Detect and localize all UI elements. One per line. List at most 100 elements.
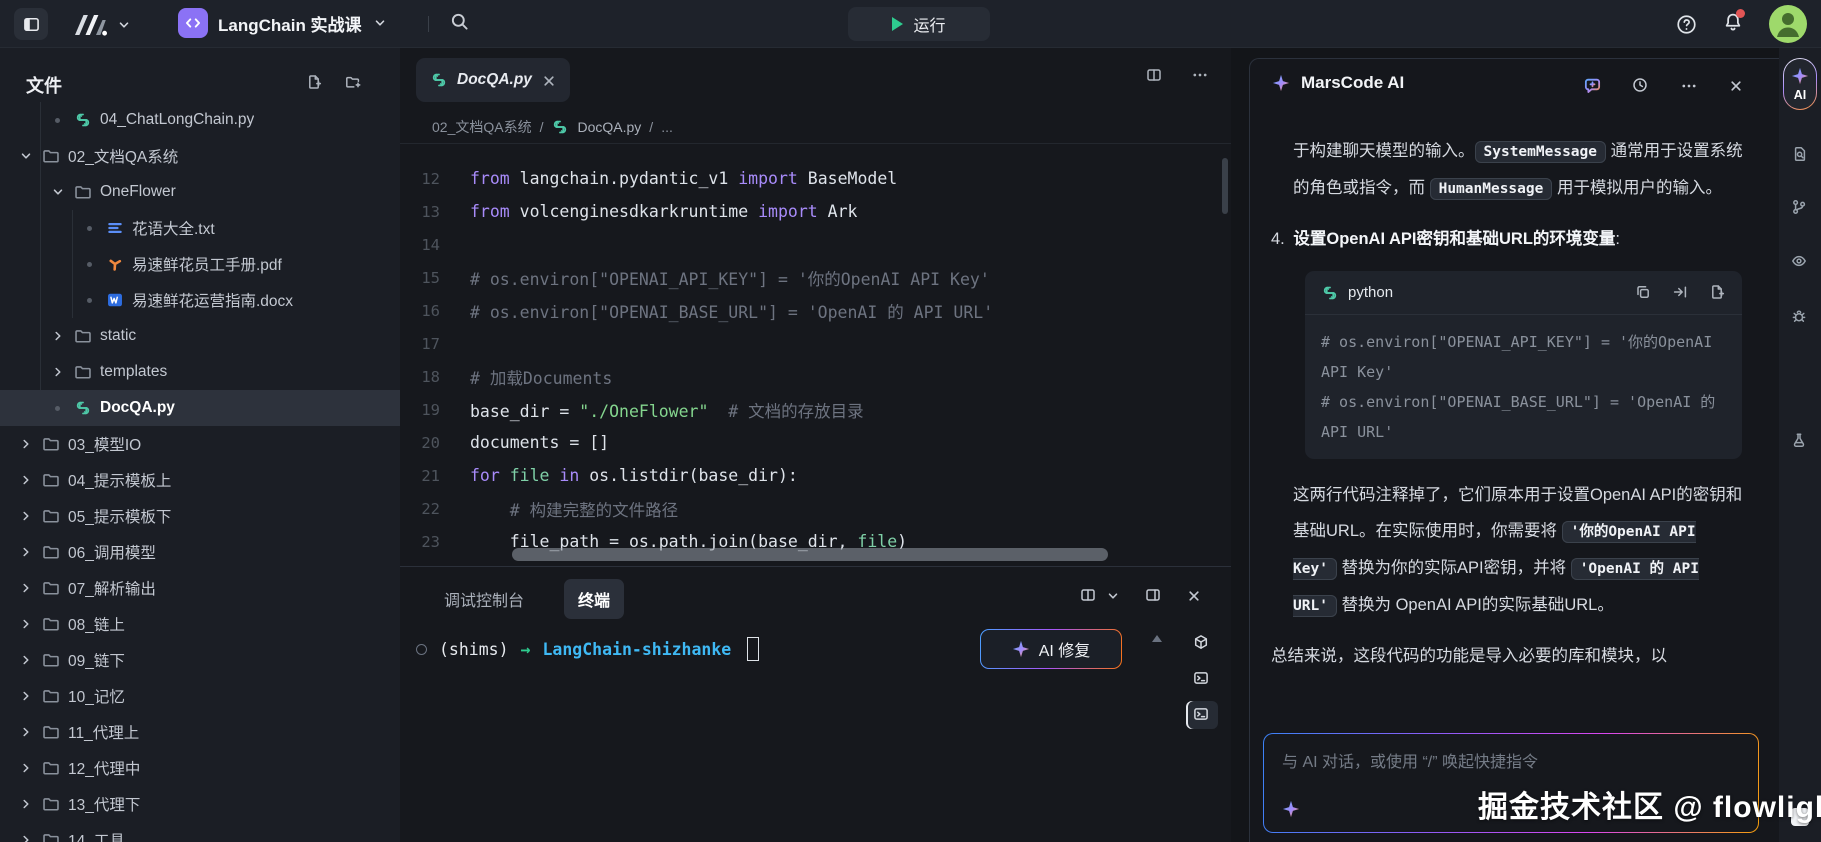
code-editor[interactable]: 12from langchain.pydantic_v1 import Base… <box>400 144 1231 566</box>
breadcrumb-file[interactable]: DocQA.py <box>577 119 641 135</box>
code-line: 13from volcenginesdkarkruntime import Ar… <box>400 195 1231 228</box>
chevron-right-icon <box>18 760 34 776</box>
line-number: 12 <box>400 170 470 188</box>
git-branch-icon[interactable] <box>1791 199 1809 217</box>
chevron-right-icon <box>18 616 34 632</box>
tree-item[interactable]: 08_链上 <box>0 606 400 642</box>
eye-icon[interactable] <box>1791 253 1810 272</box>
sidebar-toggle-button[interactable] <box>14 8 48 40</box>
chevron-down-icon[interactable] <box>1105 588 1121 604</box>
code-line: 18# 加载Documents <box>400 360 1231 393</box>
tree-item[interactable]: 07_解析输出 <box>0 570 400 606</box>
tree-item[interactable]: templates <box>0 354 400 390</box>
tree-item-label: 11_代理上 <box>68 721 139 743</box>
terminal-directory: LangChain-shizhanke <box>542 640 731 659</box>
tree-item[interactable]: 04_提示模板上 <box>0 462 400 498</box>
assistant-avatar[interactable] <box>1783 362 1817 396</box>
search-icon <box>450 12 469 31</box>
terminal-tab[interactable]: 终端 <box>564 579 624 619</box>
terminal-icon[interactable] <box>1193 670 1211 688</box>
tree-item[interactable]: 14_工具 <box>0 822 400 842</box>
tree-item[interactable]: 06_调用模型 <box>0 534 400 570</box>
horizontal-scrollbar[interactable] <box>512 548 1108 561</box>
chat-paragraph: 这两行代码注释掉了，它们原本用于设置OpenAI API的密钥和基础URL。在实… <box>1271 477 1743 624</box>
chat-input-placeholder: 与 AI 对话，或使用 “/” 唤起快捷指令 <box>1282 748 1538 772</box>
tree-item[interactable]: 02_文档QA系统 <box>0 138 400 174</box>
terminal-tab[interactable]: 调试控制台 <box>430 579 538 619</box>
prompt-arrow: → <box>521 640 531 659</box>
app-logo[interactable] <box>72 12 132 38</box>
tree-item[interactable]: DocQA.py <box>0 390 400 426</box>
tree-item[interactable]: 13_代理下 <box>0 786 400 822</box>
breadcrumb-more[interactable]: ... <box>661 119 673 135</box>
copy-icon[interactable] <box>1635 284 1652 301</box>
folder-icon <box>42 795 60 813</box>
tree-item[interactable]: 12_代理中 <box>0 750 400 786</box>
history-icon[interactable] <box>1632 76 1650 95</box>
tree-item[interactable]: 花语大全.txt <box>0 210 400 246</box>
folder-icon <box>74 327 92 345</box>
ai-fix-button[interactable]: AI 修复 <box>980 629 1122 669</box>
tree-item-label: 08_链上 <box>68 613 125 635</box>
ai-assistant-button[interactable]: AI <box>1783 58 1817 110</box>
tree-item-label: 09_链下 <box>68 649 125 671</box>
code-block-body: # os.environ["OPENAI_API_KEY"] = '你的Open… <box>1305 315 1742 459</box>
top-bar: LangChain 实战课 运行 <box>0 0 1821 48</box>
vertical-scrollbar[interactable] <box>1222 158 1228 214</box>
run-button[interactable]: 运行 <box>848 7 990 41</box>
split-editor-icon[interactable] <box>1146 66 1163 84</box>
doc-search-icon[interactable] <box>1792 146 1809 163</box>
project-selector[interactable]: LangChain 实战课 <box>178 8 388 38</box>
tree-item[interactable]: 易速鲜花员工手册.pdf <box>0 246 400 282</box>
user-avatar[interactable] <box>1769 5 1807 43</box>
line-number: 20 <box>400 434 470 452</box>
close-icon[interactable] <box>541 73 556 88</box>
tree-item[interactable]: 09_链下 <box>0 642 400 678</box>
help-icon[interactable] <box>1676 14 1697 35</box>
code-icon <box>184 14 202 32</box>
scroll-up-icon[interactable] <box>1152 635 1162 642</box>
terminal-icon[interactable] <box>1193 706 1211 724</box>
docx-icon <box>106 291 124 309</box>
folder-icon <box>74 183 92 201</box>
folder-icon <box>42 687 60 705</box>
more-icon[interactable] <box>1191 66 1209 84</box>
new-file-icon[interactable] <box>306 74 323 91</box>
tab-docqa[interactable]: DocQA.py <box>416 58 570 102</box>
line-number: 13 <box>400 203 470 221</box>
bug-icon[interactable] <box>1791 308 1809 326</box>
more-icon[interactable] <box>1680 76 1698 95</box>
chevron-right-icon <box>18 544 34 560</box>
inline-code: 'OpenAI 的 API URL' <box>1293 558 1699 617</box>
file-explorer: 文件 04_ChatLongChain.py02_文档QA系统OneFlower… <box>0 48 400 842</box>
tree-item[interactable]: static <box>0 318 400 354</box>
close-icon[interactable] <box>1728 76 1743 95</box>
tree-item[interactable]: 10_记忆 <box>0 678 400 714</box>
insert-code-icon[interactable] <box>1672 284 1689 301</box>
split-panel-icon[interactable] <box>1080 587 1097 604</box>
project-name: LangChain 实战课 <box>218 11 362 36</box>
tree-item[interactable]: 易速鲜花运营指南.docx <box>0 282 400 318</box>
new-file-icon[interactable] <box>1709 284 1726 301</box>
panel-layout-icon[interactable] <box>1145 587 1162 604</box>
new-folder-icon[interactable] <box>345 74 362 91</box>
package-icon[interactable] <box>1193 634 1211 652</box>
tree-item[interactable]: 05_提示模板下 <box>0 498 400 534</box>
breadcrumb-folder[interactable]: 02_文档QA系统 <box>432 117 532 137</box>
chevron-right-icon <box>18 796 34 812</box>
close-icon[interactable] <box>1186 588 1201 603</box>
new-chat-icon[interactable] <box>1583 76 1602 95</box>
tree-item-label: 02_文档QA系统 <box>68 145 178 167</box>
chevron-down-icon <box>18 148 34 164</box>
sparkle-icon[interactable] <box>1282 800 1300 818</box>
tree-item[interactable]: 11_代理上 <box>0 714 400 750</box>
tree-item-label: 04_ChatLongChain.py <box>100 111 254 129</box>
search-button[interactable] <box>450 12 469 36</box>
notifications-button[interactable] <box>1723 12 1743 37</box>
code-lang: python <box>1348 275 1393 311</box>
tree-item-label: 12_代理中 <box>68 757 140 779</box>
flask-icon[interactable] <box>1791 432 1809 450</box>
tree-item[interactable]: OneFlower <box>0 174 400 210</box>
tree-item[interactable]: 04_ChatLongChain.py <box>0 102 400 138</box>
tree-item[interactable]: 03_模型IO <box>0 426 400 462</box>
